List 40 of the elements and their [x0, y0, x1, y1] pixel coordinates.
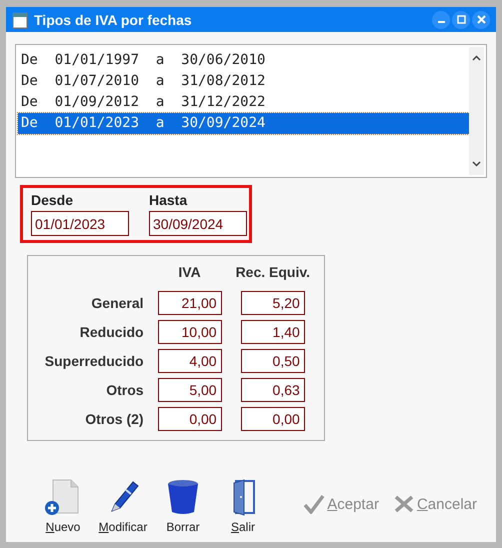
exit-button[interactable]: Salir — [215, 478, 271, 534]
rate-label: General — [91, 295, 144, 311]
close-icon — [476, 15, 486, 24]
maximize-button[interactable] — [452, 10, 470, 28]
minimize-button[interactable] — [432, 10, 450, 28]
surcharge-rate-field[interactable]: 1,40 — [240, 320, 305, 344]
scroll-up-icon[interactable] — [472, 55, 481, 61]
surcharge-rate-field[interactable]: 0,50 — [240, 349, 305, 373]
period-item[interactable]: De 01/09/2012 a 31/12/2022 — [18, 92, 469, 113]
iva-rate-field[interactable]: 10,00 — [158, 320, 222, 344]
iva-rate-field[interactable]: 21,00 — [158, 291, 222, 315]
from-date-field[interactable]: 01/01/2023 — [31, 211, 129, 236]
cross-icon — [392, 494, 415, 514]
period-item[interactable]: De 01/07/2010 a 31/08/2012 — [18, 71, 469, 92]
to-date-field[interactable]: 30/09/2024 — [149, 211, 247, 236]
new-button[interactable]: Nuevo — [35, 478, 91, 534]
rate-label: Reducido — [80, 324, 144, 340]
period-item[interactable]: De 01/01/1997 a 30/06/2010 — [18, 50, 469, 71]
surcharge-rate-field[interactable]: 5,20 — [240, 291, 305, 315]
rate-label: Otros (2) — [85, 411, 144, 427]
iva-rate-field[interactable]: 0,00 — [158, 407, 222, 431]
checkmark-icon — [303, 494, 326, 514]
from-label: Desde — [31, 192, 74, 208]
column-header: IVA — [178, 264, 201, 280]
edit-button[interactable]: Modificar — [95, 478, 151, 534]
scrollbar[interactable] — [469, 47, 484, 175]
period-item[interactable]: De 01/01/2023 a 30/09/2024 — [18, 113, 469, 134]
to-label: Hasta — [149, 192, 188, 208]
iva-rate-field[interactable]: 4,00 — [158, 349, 222, 373]
rate-label: Superreducido — [44, 353, 144, 369]
iva-rate-field[interactable]: 5,00 — [158, 378, 222, 402]
maximize-icon — [456, 15, 466, 24]
column-header: Rec. Equiv. — [236, 264, 310, 280]
delete-button[interactable]: Borrar — [155, 478, 211, 534]
scroll-down-icon[interactable] — [472, 161, 481, 167]
surcharge-rate-field[interactable]: 0,63 — [240, 378, 305, 402]
window-title: Tipos de IVA por fechas — [34, 12, 193, 28]
rate-label: Otros — [106, 382, 144, 398]
close-button[interactable] — [472, 10, 490, 28]
surcharge-rate-field[interactable]: 0,00 — [240, 407, 305, 431]
